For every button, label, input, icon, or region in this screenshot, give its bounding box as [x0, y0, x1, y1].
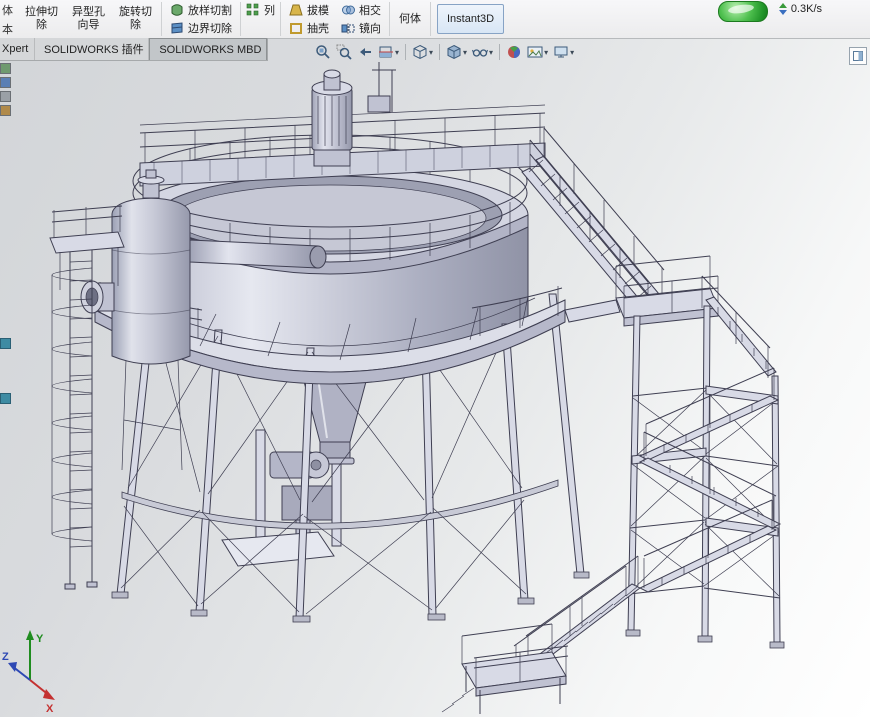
heads-up-view-toolbar: ▾ ▾ ▾ ▾	[313, 41, 576, 63]
edge-icon-4[interactable]	[0, 105, 11, 116]
display-style-button[interactable]: ▾	[444, 41, 469, 63]
discharge-cone-and-drive[interactable]	[222, 374, 368, 566]
triad-y-label: Y	[36, 633, 44, 645]
zoom-fit-icon	[315, 44, 331, 60]
apply-scene-icon	[527, 44, 543, 60]
network-speed-icon	[778, 3, 788, 15]
edge-marker-1[interactable]	[0, 338, 11, 349]
view-settings-button[interactable]: ▾	[551, 41, 576, 63]
loft-cut-button[interactable]: 放样切割	[167, 1, 235, 19]
zoom-area-icon	[336, 44, 352, 60]
tab-solidworks-addins[interactable]: SOLIDWORKS 插件	[35, 38, 149, 60]
task-pane-toggle-button[interactable]	[849, 47, 867, 65]
hole-wizard-button[interactable]: 异型孔向导	[65, 0, 112, 38]
edge-icon-2[interactable]	[0, 77, 11, 88]
section-view-button[interactable]: ▾	[376, 41, 401, 63]
instant3d-button[interactable]: Instant3D	[437, 4, 504, 34]
task-pane-icon	[853, 51, 863, 61]
features-ribbon: 体 本 拉伸切除 异型孔向导 旋转切除 放样切割	[0, 0, 870, 39]
reference-geometry-button[interactable]: 何体	[392, 0, 428, 38]
hide-show-items-icon	[472, 44, 488, 60]
display-style-icon	[446, 44, 462, 60]
edge-marker-2[interactable]	[0, 393, 11, 404]
hide-show-items-button[interactable]: ▾	[470, 41, 495, 63]
command-manager-tabs: Xpert SOLIDWORKS 插件 SOLIDWORKS MBD	[0, 38, 268, 61]
zoom-area-button[interactable]	[334, 41, 354, 63]
tab-solidworks-mbd[interactable]: SOLIDWORKS MBD	[149, 38, 267, 60]
extruded-cut-button[interactable]: 拉伸切除	[18, 0, 65, 38]
section-view-icon	[378, 44, 394, 60]
mirror-button[interactable]: 镜向	[338, 19, 384, 37]
draft-button[interactable]: 拔模	[286, 1, 332, 19]
triad-z-label: Z	[2, 651, 9, 663]
tab-dimxpert[interactable]: Xpert	[0, 38, 35, 60]
pattern-icon	[246, 3, 260, 17]
intersect-icon	[341, 3, 355, 17]
triad-x-label: X	[46, 703, 54, 715]
edge-icon-1[interactable]	[0, 63, 11, 74]
pattern-button[interactable]: 列	[243, 1, 278, 19]
previous-view-button[interactable]	[355, 41, 375, 63]
boundary-cut-icon	[170, 21, 184, 35]
network-speed-indicator: 0.3K/s	[778, 3, 822, 15]
mirror-icon	[341, 21, 355, 35]
edge-icon-3[interactable]	[0, 91, 11, 102]
revolved-cut-button[interactable]: 旋转切除	[112, 0, 159, 38]
drive-motor-top[interactable]	[312, 62, 396, 166]
apply-scene-button[interactable]: ▾	[525, 41, 550, 63]
boundary-cut-button[interactable]: 边界切除	[167, 19, 235, 37]
ribbon-clipped-fragment: 体 本	[0, 0, 18, 38]
orientation-triad[interactable]: Y X Z	[2, 630, 55, 715]
shell-button[interactable]: 抽壳	[286, 19, 332, 37]
edit-appearance-button[interactable]	[504, 41, 524, 63]
left-edge-strip	[0, 63, 11, 116]
loft-cut-icon	[170, 3, 184, 17]
intersect-button[interactable]: 相交	[338, 1, 384, 19]
model-3d-canvas[interactable]: Y X Z	[0, 0, 870, 717]
previous-view-icon	[357, 44, 373, 60]
view-orientation-icon	[412, 44, 428, 60]
edit-appearance-icon	[506, 44, 522, 60]
view-orientation-button[interactable]: ▾	[410, 41, 435, 63]
view-settings-icon	[553, 44, 569, 60]
draft-icon	[289, 3, 303, 17]
solidworks-window: Y X Z 体 本 拉伸切除 异型孔向导 旋转切除	[0, 0, 870, 717]
zoom-fit-button[interactable]	[313, 41, 333, 63]
graphics-area[interactable]: Y X Z	[0, 0, 870, 717]
plugin-status-button[interactable]	[718, 1, 768, 22]
shell-icon	[289, 21, 303, 35]
